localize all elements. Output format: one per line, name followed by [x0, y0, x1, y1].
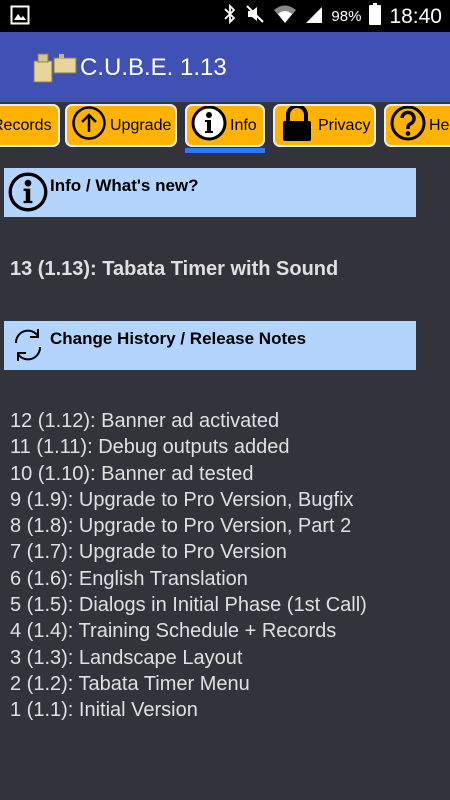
current-version-note: 13 (1.13): Tabata Timer with Sound — [10, 258, 339, 280]
tab-label: Info — [230, 116, 257, 134]
mute-icon — [245, 4, 265, 29]
history-section-header: Change History / Release Notes — [4, 321, 416, 370]
release-notes-list: 12 (1.12): Banner ad activated 11 (1.11)… — [10, 408, 367, 724]
image-icon — [10, 5, 30, 30]
list-item: 3 (1.3): Landscape Layout — [10, 646, 243, 669]
wifi-icon — [273, 4, 297, 29]
refresh-icon — [8, 325, 48, 370]
list-item: 9 (1.9): Upgrade to Pro Version, Bugfix — [10, 488, 354, 511]
status-bar: 98% 18:40 — [0, 0, 450, 32]
help-icon — [390, 106, 426, 145]
list-item: 8 (1.8): Upgrade to Pro Version, Part 2 — [10, 515, 352, 538]
list-item: 1 (1.1): Initial Version — [10, 699, 198, 722]
arrow-up-circle-icon — [71, 106, 107, 145]
tab-help[interactable]: He — [384, 104, 450, 147]
list-item: 4 (1.4): Training Schedule + Records — [10, 620, 337, 643]
info-icon — [8, 172, 48, 217]
list-item: 6 (1.6): English Translation — [10, 567, 248, 590]
list-item: 2 (1.2): Tabata Timer Menu — [10, 672, 250, 695]
signal-icon — [305, 4, 323, 29]
tab-label: Privacy — [318, 116, 371, 134]
app-logo-icon — [32, 50, 78, 89]
battery-percent: 98% — [331, 8, 362, 25]
app-title: C.U.B.E. 1.13 — [80, 54, 227, 81]
info-section-title: Info / What's new? — [50, 176, 199, 195]
selected-tab-indicator — [185, 148, 265, 153]
tab-upgrade[interactable]: Upgrade — [65, 104, 177, 147]
app-bar: C.U.B.E. 1.13 — [0, 32, 450, 102]
clock: 18:40 — [389, 4, 442, 28]
tab-label: He — [429, 116, 450, 134]
bluetooth-icon — [223, 3, 237, 29]
tab-label: Records — [0, 116, 52, 134]
tab-info[interactable]: Info — [185, 104, 265, 147]
battery-icon — [369, 3, 382, 30]
lock-icon — [279, 106, 315, 145]
list-item: 12 (1.12): Banner ad activated — [10, 410, 280, 432]
tab-records[interactable]: Records — [0, 104, 60, 147]
info-icon — [191, 106, 227, 145]
tab-privacy[interactable]: Privacy — [273, 104, 376, 147]
list-item: 7 (1.7): Upgrade to Pro Version — [10, 541, 287, 564]
tab-label: Upgrade — [110, 116, 172, 134]
list-item: 10 (1.10): Banner ad tested — [10, 462, 254, 485]
list-item: 11 (1.11): Debug outputs added — [10, 436, 290, 459]
history-section-title: Change History / Release Notes — [50, 329, 307, 348]
list-item: 5 (1.5): Dialogs in Initial Phase (1st C… — [10, 594, 367, 617]
info-section-header: Info / What's new? — [4, 168, 416, 217]
